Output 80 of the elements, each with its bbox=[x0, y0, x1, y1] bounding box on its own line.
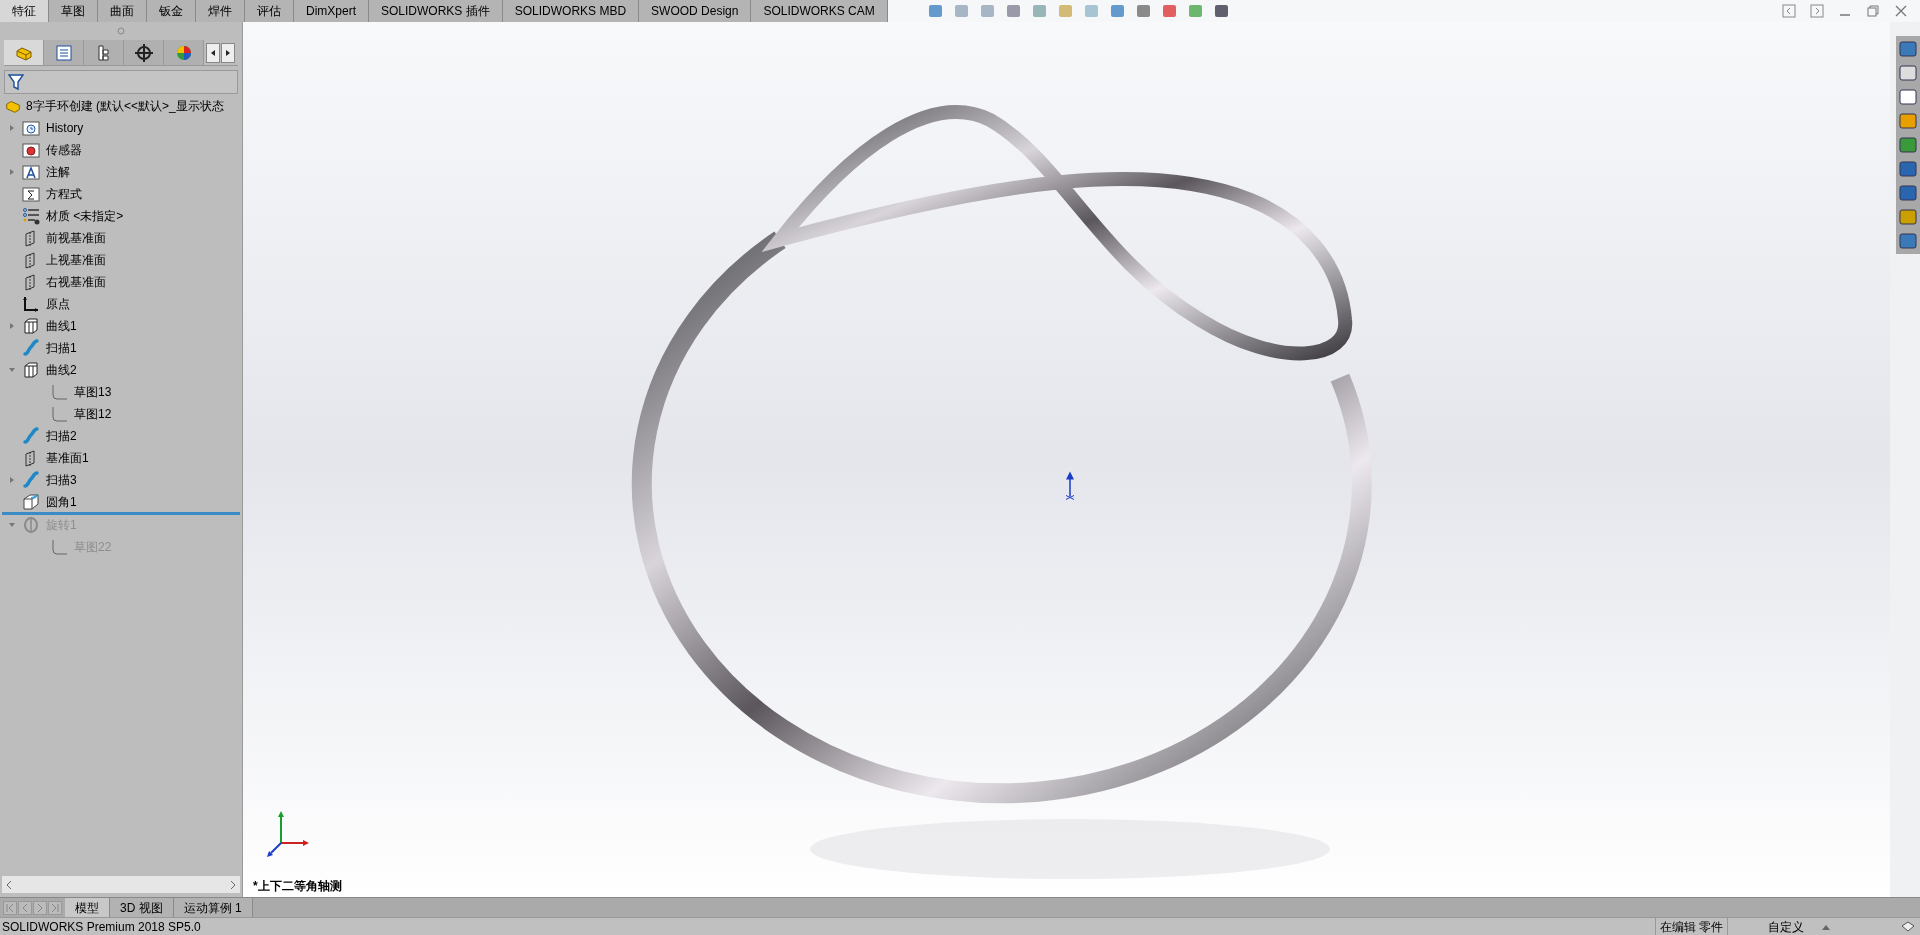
scroll-right-icon[interactable] bbox=[221, 42, 235, 63]
command-tab[interactable]: 钣金 bbox=[147, 0, 196, 22]
expand-arrow-icon[interactable] bbox=[8, 168, 16, 176]
curve-icon bbox=[22, 361, 40, 379]
crosshair-icon bbox=[133, 42, 154, 63]
panel-tab[interactable] bbox=[4, 40, 44, 65]
command-tab[interactable]: 评估 bbox=[245, 0, 294, 22]
command-tab[interactable]: SOLIDWORKS CAM bbox=[751, 0, 888, 22]
expand-arrow-icon[interactable] bbox=[8, 322, 16, 330]
edit-mode-status: 在编辑 零件 bbox=[1654, 917, 1728, 935]
next-icon[interactable] bbox=[33, 900, 47, 915]
tree-item-label[interactable]: 基准面1 bbox=[46, 449, 89, 467]
tree-item-label[interactable]: 草图12 bbox=[74, 405, 112, 423]
material-icon bbox=[22, 207, 40, 225]
command-tab[interactable]: 特征 bbox=[0, 0, 49, 22]
tree-item-label[interactable]: History bbox=[46, 119, 84, 137]
command-tab[interactable]: SOLIDWORKS 插件 bbox=[369, 0, 503, 22]
tile-left-icon[interactable] bbox=[1782, 4, 1796, 18]
previous-icon[interactable] bbox=[18, 900, 32, 915]
tile-right-icon[interactable] bbox=[1810, 4, 1824, 18]
command-tab[interactable]: 焊件 bbox=[196, 0, 245, 22]
bottom-tab[interactable]: 3D 视图 bbox=[110, 898, 174, 917]
filter-icon bbox=[7, 73, 25, 91]
tree-item-label[interactable]: 扫描3 bbox=[46, 471, 77, 489]
sensor-folder-icon bbox=[22, 141, 40, 159]
help-icon[interactable] bbox=[1900, 919, 1916, 934]
restore-icon[interactable] bbox=[1866, 4, 1880, 18]
sketch-icon bbox=[50, 538, 68, 556]
tree-item-label[interactable]: 原点 bbox=[46, 295, 70, 313]
bottom-tab[interactable]: 运动算例 1 bbox=[173, 898, 253, 917]
view-orientation-label: *上下二等角轴测 bbox=[253, 878, 342, 895]
tree-item-label[interactable]: 草图13 bbox=[74, 383, 112, 401]
bottom-tab[interactable]: 模型 bbox=[65, 898, 110, 917]
tree-item-label[interactable]: 传感器 bbox=[46, 141, 82, 159]
tree-item-label[interactable]: 注解 bbox=[46, 163, 70, 181]
equation-folder-icon bbox=[22, 185, 40, 203]
sketch-icon bbox=[50, 405, 68, 423]
sketch-icon bbox=[50, 383, 68, 401]
command-tab[interactable]: DimXpert bbox=[294, 0, 369, 22]
sweep-icon bbox=[22, 471, 40, 489]
command-tab[interactable]: 曲面 bbox=[98, 0, 147, 22]
tree-item-label[interactable]: 材质 <未指定> bbox=[46, 207, 124, 225]
expand-arrow-icon[interactable] bbox=[8, 476, 16, 484]
command-tab[interactable]: 草图 bbox=[49, 0, 98, 22]
filter-field[interactable] bbox=[4, 70, 238, 94]
panel-tab[interactable] bbox=[84, 40, 124, 65]
fillet-icon bbox=[22, 493, 40, 511]
panel-tab[interactable] bbox=[124, 40, 164, 65]
history-folder-icon bbox=[22, 119, 40, 137]
sweep-icon bbox=[22, 427, 40, 445]
scroll-left-icon[interactable] bbox=[206, 42, 220, 63]
unit-system[interactable]: 自定义 bbox=[1768, 917, 1804, 935]
revolve-icon bbox=[22, 516, 40, 534]
command-tab[interactable]: SWOOD Design bbox=[639, 0, 752, 22]
property-list-icon bbox=[53, 42, 74, 63]
panel-grip-icon[interactable] bbox=[117, 27, 125, 35]
product-version: SOLIDWORKS Premium 2018 SP5.0 bbox=[1, 918, 201, 935]
tree-item-label[interactable]: 曲线1 bbox=[46, 317, 77, 335]
panel-tab[interactable] bbox=[44, 40, 84, 65]
tree-item-label[interactable]: 扫描2 bbox=[46, 427, 77, 445]
origin-icon bbox=[22, 295, 40, 313]
tree-item-label[interactable]: 曲线2 bbox=[46, 361, 77, 379]
collapse-arrow-icon[interactable] bbox=[8, 366, 16, 374]
expand-arrow-icon[interactable] bbox=[8, 124, 16, 132]
tree-item-label[interactable]: 右视基准面 bbox=[46, 273, 106, 291]
annotation-folder-icon bbox=[22, 163, 40, 181]
first-icon[interactable] bbox=[3, 900, 17, 915]
part-name[interactable]: 8字手环创建 (默认<<默认>_显示状态 bbox=[26, 97, 224, 115]
command-tab[interactable]: SOLIDWORKS MBD bbox=[502, 0, 640, 22]
close-icon[interactable] bbox=[1894, 4, 1908, 18]
tree-item-label[interactable]: 圆角1 bbox=[46, 493, 77, 511]
tree-item-label[interactable]: 前视基准面 bbox=[46, 229, 106, 247]
tree-item-label[interactable]: 扫描1 bbox=[46, 339, 77, 357]
panel-tab[interactable] bbox=[164, 40, 204, 65]
sweep-icon bbox=[22, 339, 40, 357]
tree-item-label[interactable]: 方程式 bbox=[46, 185, 82, 203]
curve-icon bbox=[22, 317, 40, 335]
tree-item-label[interactable]: 上视基准面 bbox=[46, 251, 106, 269]
last-icon[interactable] bbox=[48, 900, 62, 915]
caret-up-icon[interactable] bbox=[1822, 923, 1830, 930]
